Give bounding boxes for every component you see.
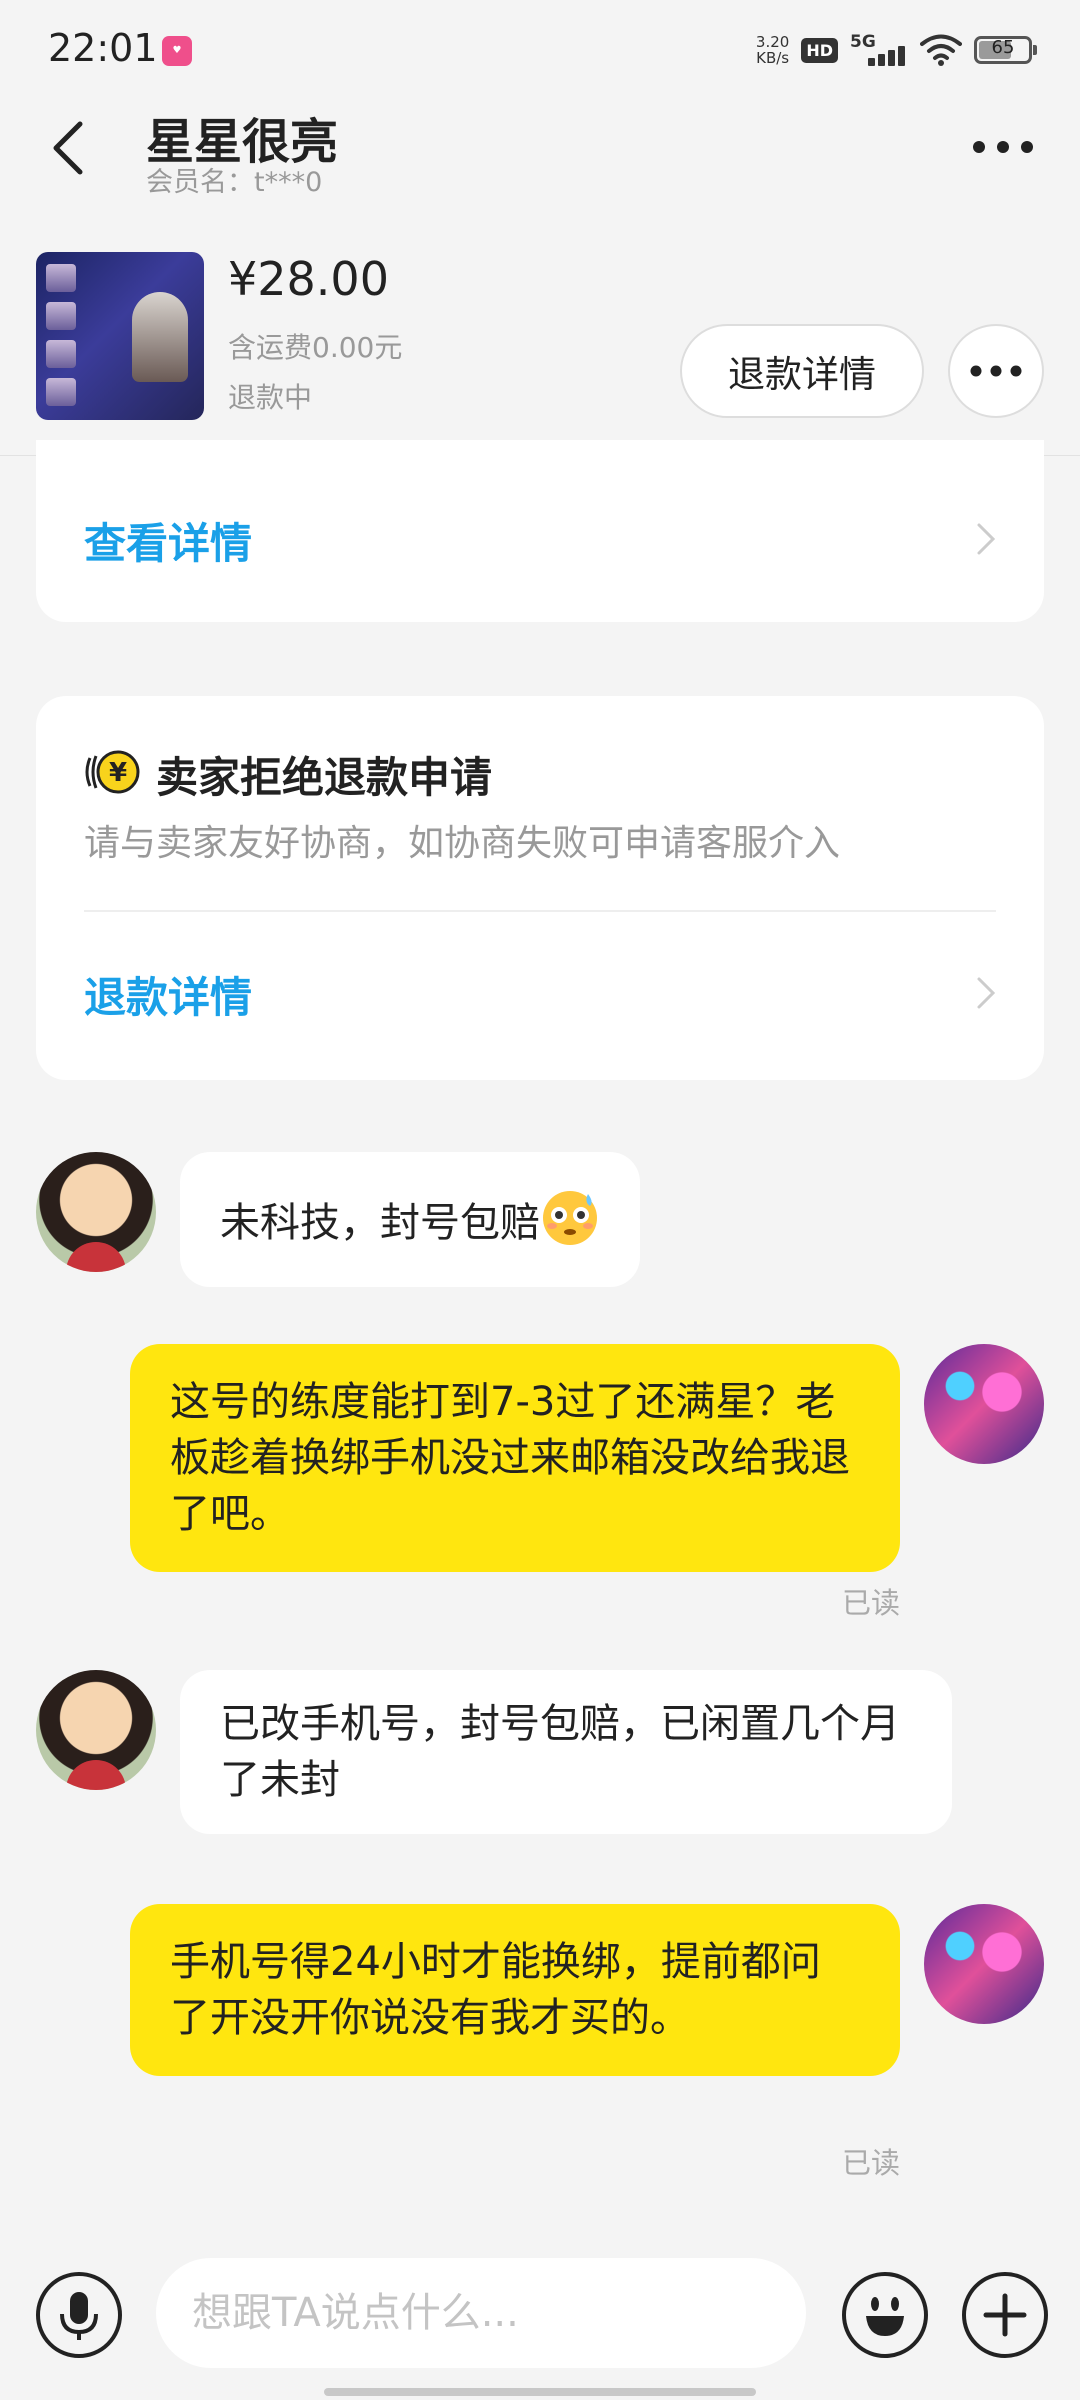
read-receipt: 已读	[841, 1586, 900, 1620]
message-input-bar	[0, 2240, 1080, 2400]
network-type-label: 5G	[850, 32, 876, 52]
seller-avatar[interactable]	[36, 1152, 156, 1272]
network-speed-value: 3.20	[755, 33, 790, 51]
app-notification-icon: ♥	[162, 36, 192, 66]
product-thumbnail[interactable]	[36, 252, 204, 420]
network-speed: 3.20 KB/s	[756, 34, 789, 66]
battery-icon: 65	[974, 36, 1037, 64]
message-bubble-incoming[interactable]: 已改手机号，封号包赔，已闲置几个月了未封	[180, 1670, 952, 1834]
message-text: 已改手机号，封号包赔，已闲置几个月了未封	[220, 1701, 900, 1803]
network-speed-unit: KB/s	[756, 49, 790, 67]
product-more-button[interactable]	[948, 324, 1044, 418]
smiley-icon	[866, 2297, 904, 2336]
chevron-right-icon	[977, 977, 996, 1009]
yen-coin-icon: ¥	[85, 750, 140, 794]
message-bubble-outgoing[interactable]: 手机号得24小时才能换绑，提前都问了开没开你说没有我才买的。	[130, 1904, 900, 2076]
microphone-icon	[60, 2292, 98, 2340]
status-indicators: 3.20 KB/s HD 5G 65	[756, 30, 1037, 70]
message-bubble-incoming[interactable]: 未科技，封号包赔	[180, 1152, 640, 1287]
battery-level: 65	[991, 37, 1015, 58]
more-options-icon[interactable]	[970, 132, 1036, 162]
read-receipt: 已读	[841, 2146, 900, 2180]
refund-rejected-card: ¥ 卖家拒绝退款申请 请与卖家友好协商，如协商失败可申请客服介入 退款详情	[36, 696, 1044, 1080]
chat-header: 星星很亮 会员名：t***0	[0, 96, 1080, 204]
divider	[84, 910, 996, 912]
refund-rejected-description: 请与卖家友好协商，如协商失败可申请客服介入	[84, 823, 841, 864]
plus-icon	[983, 2293, 1027, 2337]
chevron-right-icon	[977, 523, 996, 555]
voice-input-button[interactable]	[36, 2272, 122, 2358]
order-status: 退款中	[228, 381, 313, 414]
view-details-link[interactable]: 查看详情	[84, 510, 252, 571]
back-arrow-icon[interactable]	[44, 118, 94, 178]
flushed-emoji-icon	[543, 1191, 597, 1245]
svg-text:¥: ¥	[109, 758, 127, 788]
message-text: 未科技，封号包赔	[220, 1200, 540, 1246]
wifi-icon	[920, 34, 962, 66]
message-text: 这号的练度能打到7-3过了还满星？老板趁着换绑手机没过来邮箱没改给我退了吧。	[170, 1379, 850, 1537]
seller-avatar[interactable]	[36, 1670, 156, 1790]
message-input[interactable]	[156, 2258, 806, 2368]
buyer-avatar[interactable]	[924, 1344, 1044, 1464]
refund-details-button[interactable]: 退款详情	[680, 324, 924, 418]
emoji-button[interactable]	[842, 2272, 928, 2358]
home-indicator[interactable]	[324, 2388, 756, 2396]
product-price: ¥28.00	[228, 252, 389, 306]
signal-icon: 5G	[850, 32, 908, 68]
message-text: 手机号得24小时才能换绑，提前都问了开没开你说没有我才买的。	[170, 1939, 821, 2041]
add-attachment-button[interactable]	[962, 2272, 1048, 2358]
hd-badge: HD	[801, 37, 838, 63]
shipping-info: 含运费0.00元	[228, 331, 403, 364]
product-summary: ¥28.00 含运费0.00元 退款中 退款详情	[0, 226, 1080, 456]
status-bar: 22:01 ♥ 3.20 KB/s HD 5G 65	[0, 0, 1080, 96]
refund-details-link[interactable]: 退款详情	[84, 964, 252, 1025]
more-options-icon	[970, 365, 1022, 377]
message-bubble-outgoing[interactable]: 这号的练度能打到7-3过了还满星？老板趁着换绑手机没过来邮箱没改给我退了吧。	[130, 1344, 900, 1572]
buyer-avatar[interactable]	[924, 1904, 1044, 2024]
refund-rejected-title: 卖家拒绝退款申请	[156, 753, 493, 802]
view-details-card: 查看详情	[36, 440, 1044, 622]
status-time: 22:01	[48, 26, 158, 70]
member-name: 会员名：t***0	[146, 167, 323, 198]
